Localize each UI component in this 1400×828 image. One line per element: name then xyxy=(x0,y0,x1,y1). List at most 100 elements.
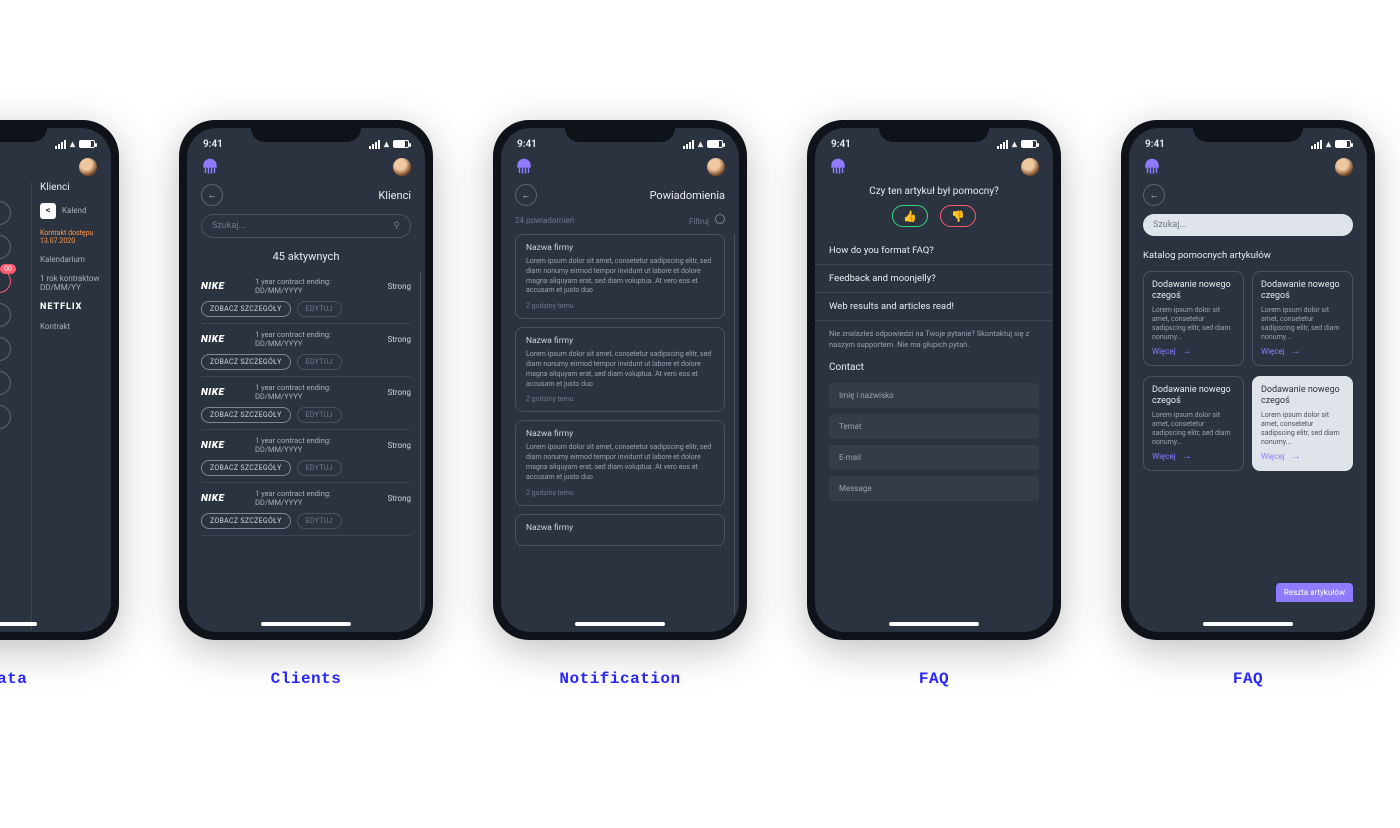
card-desc: Lorem ipsum dolor sit amet, consetetur s… xyxy=(1152,411,1235,447)
filter-button[interactable]: Filtruj xyxy=(689,214,725,226)
back-button[interactable]: ← xyxy=(1143,184,1165,206)
view-details-button[interactable]: ZOBACZ SZCZEGÓŁY xyxy=(201,354,291,370)
back-button[interactable]: ← xyxy=(201,184,223,206)
faq-question[interactable]: Web results and articles read! xyxy=(815,293,1053,321)
faq-question[interactable]: How do you format FAQ? xyxy=(815,237,1053,265)
mydata-pill[interactable]: codawca xyxy=(0,371,11,395)
brand-name: NIKE xyxy=(201,493,247,504)
article-card[interactable]: Dodawanie nowego czegoś Lorem ipsum dolo… xyxy=(1252,271,1353,366)
phone-clients: 9:41 ▴ ← Klienci xyxy=(179,120,433,640)
page-title: Klienci xyxy=(378,189,411,202)
year-contract-line2: DD/MM/YY xyxy=(40,283,107,292)
notif-body: Lorem ipsum dolor sit amet, consetetur s… xyxy=(526,350,714,389)
thumbs-down-button[interactable]: 👎 xyxy=(940,205,976,227)
notif-body: Lorem ipsum dolor sit amet, consetetur s… xyxy=(526,443,714,482)
home-indicator[interactable] xyxy=(889,622,979,626)
thumbs-up-button[interactable]: 👍 xyxy=(892,205,928,227)
avatar[interactable] xyxy=(79,158,97,176)
search-input[interactable]: Szukaj... ⚲ xyxy=(201,214,411,238)
name-field[interactable]: Imię i nazwisko xyxy=(829,383,1039,408)
avatar[interactable] xyxy=(393,158,411,176)
faq-question[interactable]: Feedback and moonjelly? xyxy=(815,265,1053,293)
subject-field[interactable]: Temat xyxy=(829,414,1039,439)
card-desc: Lorem ipsum dolor sit amet, consetetur s… xyxy=(1261,411,1344,447)
client-item: NIKE1 year contract ending:DD/MM/YYYYStr… xyxy=(201,377,411,430)
edit-button[interactable]: EDYTUJ xyxy=(297,460,342,476)
mydata-pill[interactable]: ój adres xyxy=(0,235,11,259)
home-indicator[interactable] xyxy=(261,622,351,626)
mydata-pill[interactable]: es dostawy00 xyxy=(0,269,11,293)
notif-title: Nazwa firmy xyxy=(526,243,714,253)
more-articles-button[interactable]: Reszta artykułów xyxy=(1276,583,1353,602)
article-card-selected[interactable]: Dodawanie nowego czegoś Lorem ipsum dolo… xyxy=(1252,376,1353,471)
notif-body: Lorem ipsum dolor sit amet, consetetur s… xyxy=(526,257,714,296)
article-card[interactable]: Dodawanie nowego czegoś Lorem ipsum dolo… xyxy=(1143,271,1244,366)
calendar-entry[interactable]: Kalendarium xyxy=(40,255,107,264)
notification-card[interactable]: Nazwa firmy Lorem ipsum dolor sit amet, c… xyxy=(515,234,725,319)
avatar[interactable] xyxy=(1021,158,1039,176)
mydata-pill[interactable]: Login xyxy=(0,201,11,225)
signal-icon xyxy=(997,140,1008,149)
page-title: Powiadomienia xyxy=(650,189,725,202)
view-details-button[interactable]: ZOBACZ SZCZEGÓŁY xyxy=(201,513,291,529)
badge: 00 xyxy=(0,264,16,274)
arrow-right-icon: → xyxy=(1182,346,1192,357)
strength-label: Strong xyxy=(388,335,411,344)
caption: Notification xyxy=(559,670,680,688)
notification-card[interactable]: Nazwa firmy xyxy=(515,514,725,546)
scrollbar[interactable] xyxy=(420,271,421,611)
more-link[interactable]: Więcej → xyxy=(1152,451,1235,462)
jellyfish-logo-icon[interactable] xyxy=(1143,158,1161,176)
home-indicator[interactable] xyxy=(0,622,37,626)
article-card[interactable]: Dodawanie nowego czegoś Lorem ipsum dolo… xyxy=(1143,376,1244,471)
notification-count: 24 powiadomień xyxy=(515,216,574,225)
notification-card[interactable]: Nazwa firmy Lorem ipsum dolor sit amet, c… xyxy=(515,420,725,505)
mydata-pill[interactable]: Adres... xyxy=(0,405,11,429)
view-details-button[interactable]: ZOBACZ SZCZEGÓŁY xyxy=(201,460,291,476)
notif-time: 2 godziny temu xyxy=(526,395,714,403)
jellyfish-logo-icon[interactable] xyxy=(515,158,533,176)
page-dots[interactable]: ● ○ ○ xyxy=(0,630,111,632)
edit-button[interactable]: EDYTUJ xyxy=(297,301,342,317)
wifi-icon: ▴ xyxy=(1012,139,1017,150)
card-title: Dodawanie nowego czegoś xyxy=(1152,280,1235,302)
search-placeholder: Szukaj... xyxy=(1153,220,1187,230)
avatar[interactable] xyxy=(1335,158,1353,176)
edit-button[interactable]: EDYTUJ xyxy=(297,407,342,423)
card-title: Dodawanie nowego czegoś xyxy=(1261,280,1344,302)
jellyfish-logo-icon[interactable] xyxy=(201,158,219,176)
mydata-pill[interactable]: podatkowy xyxy=(0,337,11,361)
view-details-button[interactable]: ZOBACZ SZCZEGÓŁY xyxy=(201,301,291,317)
notif-title: Nazwa firmy xyxy=(526,429,714,439)
status-time: 9:41 xyxy=(1145,139,1165,150)
more-link[interactable]: Więcej → xyxy=(1261,346,1344,357)
back-button[interactable]: ← xyxy=(515,184,537,206)
notification-card[interactable]: Nazwa firmyLorem ipsum dolor sit amet, c… xyxy=(515,327,725,412)
email-field[interactable]: E-mail xyxy=(829,445,1039,470)
edit-button[interactable]: EDYTUJ xyxy=(297,513,342,529)
card-title: Dodawanie nowego czegoś xyxy=(1152,385,1235,407)
phone-faq-catalog: 9:41 ▴ ← xyxy=(1121,120,1375,640)
message-field[interactable]: Message xyxy=(829,476,1039,501)
home-indicator[interactable] xyxy=(1203,622,1293,626)
brand-name: NIKE xyxy=(201,387,247,398)
view-details-button[interactable]: ZOBACZ SZCZEGÓŁY xyxy=(201,407,291,423)
mydata-pill[interactable]: do faktury xyxy=(0,303,11,327)
edit-button[interactable]: EDYTUJ xyxy=(297,354,342,370)
home-indicator[interactable] xyxy=(575,622,665,626)
caption: FAQ xyxy=(919,670,949,688)
more-link[interactable]: Więcej → xyxy=(1261,451,1344,462)
netflix-brand[interactable]: NETFLIX xyxy=(40,302,107,312)
search-input[interactable]: Szukaj... xyxy=(1143,214,1353,236)
faq-prompt: Czy ten artykuł był pomocny? xyxy=(815,182,1053,205)
calendar-icon[interactable]: < xyxy=(40,203,56,219)
card-title: Dodawanie nowego czegoś xyxy=(1261,385,1344,407)
battery-icon xyxy=(1021,140,1037,148)
contract-info: 1 year contract ending:DD/MM/YYYY xyxy=(255,383,380,401)
scrollbar[interactable] xyxy=(734,234,735,614)
more-link[interactable]: Więcej → xyxy=(1152,346,1235,357)
jellyfish-logo-icon[interactable] xyxy=(829,158,847,176)
brand-name: NIKE xyxy=(201,440,247,451)
avatar[interactable] xyxy=(707,158,725,176)
contract-info: 1 year contract ending:DD/MM/YYYY xyxy=(255,277,380,295)
